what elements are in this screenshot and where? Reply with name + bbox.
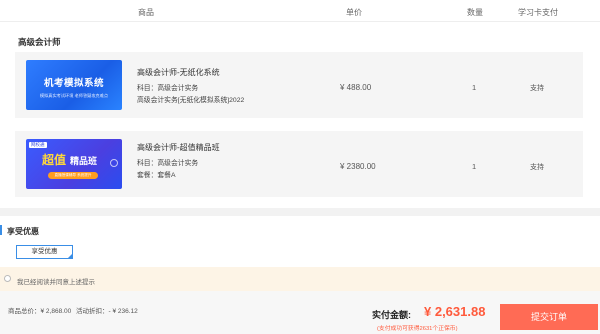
product-package: 套餐：套餐A [137, 172, 176, 179]
thumbnail-title: 精品班 [70, 156, 98, 166]
thumbnail-title: 机考模拟系统 [43, 78, 104, 89]
product-subject: 科目：高级会计实务 [137, 85, 199, 92]
section-title: 高级会计师 [18, 37, 61, 47]
product-name[interactable]: 高级会计师-超值精品班 [137, 142, 220, 153]
card-pay-support: 支持 [530, 85, 544, 92]
goods-total: 商品总价：¥ 2,868.00 [8, 308, 72, 315]
thumbnail-title-highlight: 超值 [42, 153, 67, 167]
points-note: (支付成功可获得2631个正保币) [377, 326, 458, 332]
badge-icon [110, 159, 118, 167]
agreement-text[interactable]: 我已经阅读并同意上述提示 [17, 276, 95, 286]
thumbnail-button: 直播授课辅导 系统提升 [48, 172, 98, 179]
order-item: 机考模拟系统 模拟真实考试环境 老师答疑攻克难点 高级会计师-无纸化系统 科目：… [15, 52, 583, 118]
order-item: 网校通 超值 精品班 直播授课辅导 系统提升 高级会计师-超值精品班 科目：高级… [15, 131, 583, 197]
agreement-radio[interactable] [4, 275, 11, 282]
section-marker [0, 225, 2, 235]
table-header: 商品 单价 数量 学习卡支付 [0, 0, 600, 22]
submit-order-button[interactable]: 提交订单 [500, 304, 598, 330]
product-quantity: 1 [472, 162, 477, 171]
promo-option-button[interactable]: 享受优惠 [16, 245, 73, 259]
thumbnail-tag: 网校通 [29, 142, 47, 148]
paid-amount: ¥ 2,631.88 [424, 304, 486, 319]
product-detail: 高级会计实务[无纸化模拟系统]2022 [137, 97, 245, 104]
product-quantity: 1 [472, 83, 477, 92]
product-price: ¥ 488.00 [340, 83, 372, 92]
card-pay-support: 支持 [530, 164, 544, 171]
header-card-pay: 学习卡支付 [518, 8, 558, 17]
agreement-row: 我已经阅读并同意上述提示 [0, 267, 600, 291]
product-thumbnail[interactable]: 机考模拟系统 模拟真实考试环境 老师答疑攻克难点 [26, 60, 122, 110]
product-name[interactable]: 高级会计师-无纸化系统 [137, 67, 220, 78]
divider [0, 208, 600, 216]
header-quantity: 数量 [467, 8, 483, 17]
activity-discount: 活动折扣：- ¥ 236.12 [76, 308, 138, 315]
paid-label: 实付金额: [372, 310, 411, 320]
checkout-footer: 商品总价：¥ 2,868.00 活动折扣：- ¥ 236.12 实付金额: ¥ … [0, 291, 600, 334]
header-product: 商品 [138, 8, 154, 17]
product-price: ¥ 2380.00 [340, 162, 376, 171]
product-subject: 科目：高级会计实务 [137, 160, 199, 167]
promo-title: 享受优惠 [7, 227, 39, 236]
thumbnail-subtitle: 模拟真实考试环境 老师答疑攻克难点 [39, 93, 109, 98]
header-price: 单价 [346, 8, 362, 17]
product-thumbnail[interactable]: 网校通 超值 精品班 直播授课辅导 系统提升 [26, 139, 122, 189]
